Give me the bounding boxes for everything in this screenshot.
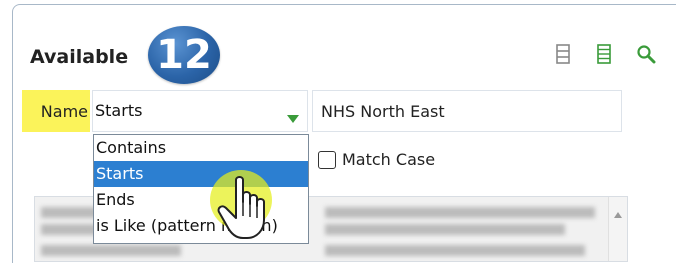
scroll-up-icon[interactable]	[614, 203, 622, 222]
search-icon[interactable]	[636, 44, 656, 68]
match-case-option[interactable]: Match Case	[318, 150, 435, 169]
list-view-icon[interactable]	[597, 44, 611, 68]
operator-select[interactable]: Starts	[92, 90, 308, 132]
compact-list-icon[interactable]	[556, 44, 570, 68]
field-label-name: Name	[22, 90, 90, 132]
blurred-row	[41, 245, 181, 256]
operator-select-value: Starts	[95, 101, 143, 120]
blurred-row	[325, 224, 565, 235]
match-case-checkbox[interactable]	[318, 150, 336, 169]
blurred-row	[325, 207, 595, 218]
step-number-badge: 12	[148, 26, 220, 84]
option-contains[interactable]: Contains	[94, 135, 308, 161]
blurred-row	[325, 245, 585, 256]
scrollbar[interactable]	[608, 197, 627, 261]
filter-value-input[interactable]	[312, 90, 622, 132]
hand-cursor-icon	[200, 164, 290, 254]
match-case-label: Match Case	[342, 150, 436, 169]
panel-title: Available	[30, 46, 129, 68]
chevron-down-icon[interactable]	[287, 108, 299, 127]
